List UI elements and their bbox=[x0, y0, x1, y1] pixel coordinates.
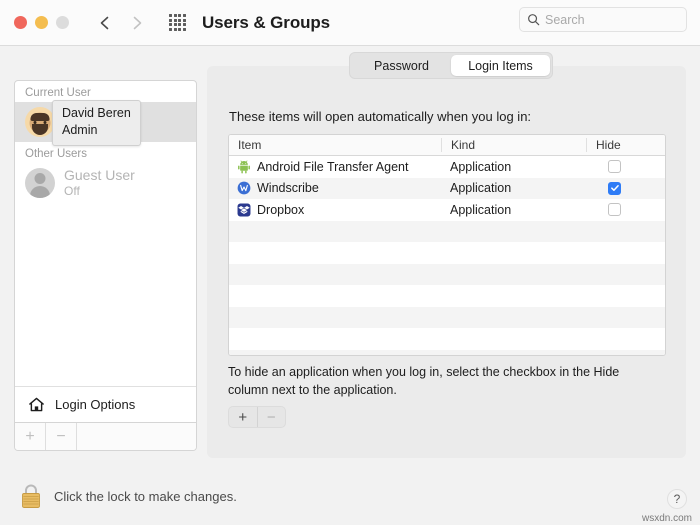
navigation-arrows bbox=[97, 15, 145, 31]
table-row[interactable]: Android File Transfer Agent Application bbox=[229, 156, 665, 178]
zoom-button bbox=[56, 16, 69, 29]
dropbox-icon bbox=[237, 203, 251, 217]
content-panel: Password Login Items These items will op… bbox=[207, 52, 686, 458]
window-controls bbox=[14, 16, 69, 29]
column-header-item[interactable]: Item bbox=[229, 138, 441, 152]
table-row-empty[interactable] bbox=[229, 285, 665, 307]
add-login-item-button[interactable]: + bbox=[229, 407, 258, 427]
tab-password[interactable]: Password bbox=[352, 55, 451, 76]
lock-row[interactable]: Click the lock to make changes. bbox=[18, 481, 237, 511]
show-all-preferences-icon[interactable] bbox=[169, 14, 186, 31]
page-title: Users & Groups bbox=[202, 12, 331, 32]
hide-checkbox[interactable] bbox=[608, 160, 621, 174]
user-status: Off bbox=[64, 184, 80, 199]
user-tooltip: David Beren Admin bbox=[52, 100, 141, 146]
user-name: Guest User bbox=[64, 166, 135, 183]
column-header-kind[interactable]: Kind bbox=[441, 138, 586, 152]
cell-hide bbox=[586, 160, 643, 174]
table-row-empty[interactable] bbox=[229, 220, 665, 242]
close-button[interactable] bbox=[14, 16, 27, 29]
login-options-label: Login Options bbox=[55, 396, 136, 412]
minimize-button[interactable] bbox=[35, 16, 48, 29]
add-user-button: + bbox=[15, 423, 46, 450]
help-button[interactable]: ? bbox=[667, 489, 687, 509]
home-icon bbox=[29, 397, 44, 411]
cell-kind: Application bbox=[450, 181, 512, 196]
column-header-hide[interactable]: Hide bbox=[586, 138, 643, 152]
tooltip-line-2: Admin bbox=[62, 123, 98, 138]
search-field[interactable] bbox=[519, 7, 687, 32]
sidebar-item-guest-user[interactable]: Guest User Off bbox=[15, 163, 196, 203]
cell-kind: Application bbox=[450, 202, 512, 217]
sidebar-footer: + − bbox=[15, 422, 196, 450]
login-items-add-remove: + − bbox=[228, 406, 286, 428]
title-bar: Users & Groups bbox=[0, 0, 700, 46]
cell-item: Dropbox bbox=[229, 203, 441, 217]
cell-item: Windscribe bbox=[229, 181, 441, 195]
remove-login-item-button: − bbox=[266, 408, 276, 426]
forward-icon bbox=[133, 16, 142, 29]
watermark: wsxdn.com bbox=[641, 513, 692, 524]
hide-column-note: To hide an application when you log in, … bbox=[228, 365, 620, 397]
search-input[interactable] bbox=[545, 12, 665, 27]
table-row-empty[interactable] bbox=[229, 328, 665, 350]
lock-icon[interactable] bbox=[18, 481, 44, 511]
table-header: Item Kind Hide bbox=[229, 135, 665, 156]
avatar bbox=[25, 107, 55, 137]
tab-login-items[interactable]: Login Items bbox=[451, 55, 550, 76]
login-options-button[interactable]: Login Options bbox=[15, 386, 196, 421]
windscribe-icon bbox=[237, 181, 251, 195]
tooltip-line-1: David Beren bbox=[62, 106, 131, 120]
hide-checkbox[interactable] bbox=[608, 181, 621, 195]
back-icon[interactable] bbox=[97, 15, 113, 31]
avatar bbox=[25, 168, 55, 198]
cell-kind: Application bbox=[450, 159, 512, 174]
tab-bar: Password Login Items bbox=[349, 52, 553, 79]
cell-item: Android File Transfer Agent bbox=[229, 160, 441, 174]
login-items-table: Item Kind Hide Android File Transfer Age… bbox=[228, 134, 666, 356]
table-row-empty[interactable] bbox=[229, 349, 665, 355]
android-icon bbox=[238, 160, 250, 174]
remove-user-button: − bbox=[46, 423, 77, 450]
item-label: Dropbox bbox=[257, 202, 305, 217]
table-row-empty[interactable] bbox=[229, 242, 665, 264]
cell-hide bbox=[586, 203, 643, 217]
hide-checkbox[interactable] bbox=[608, 203, 621, 217]
cell-hide bbox=[586, 181, 643, 195]
intro-text: These items will open automatically when… bbox=[229, 109, 532, 124]
table-row-empty[interactable] bbox=[229, 306, 665, 328]
search-icon bbox=[528, 14, 540, 26]
item-label: Android File Transfer Agent bbox=[257, 159, 409, 174]
lock-text: Click the lock to make changes. bbox=[54, 488, 237, 504]
current-user-header: Current User bbox=[25, 87, 91, 99]
item-label: Windscribe bbox=[257, 181, 319, 196]
table-row[interactable]: Windscribe Application bbox=[229, 177, 665, 199]
table-row[interactable]: Dropbox Application bbox=[229, 199, 665, 221]
table-row-empty[interactable] bbox=[229, 263, 665, 285]
users-and-groups-window: Users & Groups Current User David Beren … bbox=[0, 0, 700, 525]
